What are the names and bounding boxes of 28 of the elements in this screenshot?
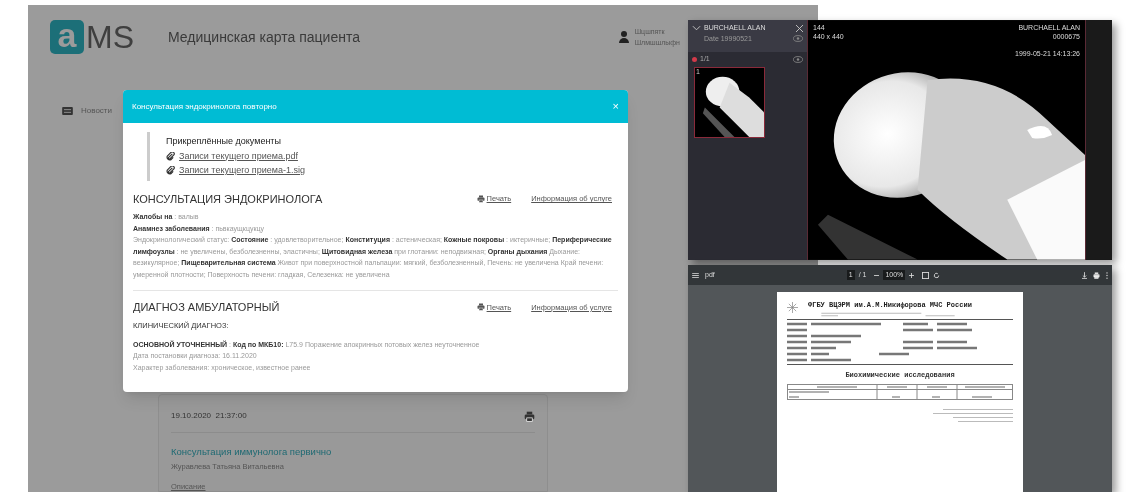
logo-mark: a	[50, 20, 84, 54]
user-icon[interactable]	[618, 31, 629, 43]
file-link[interactable]: Записи текущего приема-1.sig	[179, 164, 305, 178]
file-link[interactable]: Записи текущего приема.pdf	[179, 149, 298, 163]
page-title: Медицинская карта пациента	[168, 27, 360, 47]
rotate-icon[interactable]	[933, 271, 941, 279]
printer-icon	[476, 303, 485, 312]
printer-icon	[476, 194, 485, 203]
zoom-in-icon[interactable]	[909, 272, 915, 278]
news-icon	[62, 107, 73, 115]
attachments-heading: Прикреплённые документы	[166, 135, 282, 148]
fit-page-icon[interactable]	[922, 271, 930, 279]
record-datetime: 19.10.2020 21:37:00	[171, 410, 247, 422]
logo-text: MS	[86, 21, 134, 53]
chevron-down-icon[interactable]	[692, 25, 701, 32]
section-heading: ДИАГНОЗ АМБУЛАТОРНЫЙ	[133, 300, 280, 315]
printer-icon	[1093, 271, 1100, 279]
section-heading: КОНСУЛЬТАЦИЯ ЭНДОКРИНОЛОГА	[133, 191, 323, 207]
emblem-icon	[787, 302, 798, 313]
eye-icon[interactable]	[793, 55, 803, 63]
close-icon[interactable]	[796, 24, 803, 32]
menu-icon[interactable]	[692, 272, 699, 278]
print-button[interactable]	[524, 410, 535, 422]
printer-icon	[524, 410, 535, 422]
eye-icon[interactable]	[793, 35, 803, 43]
modal-title: Консультация эндокринолога повторно	[132, 100, 277, 113]
zoom-out-icon[interactable]	[874, 272, 880, 278]
download-icon[interactable]	[1082, 271, 1087, 279]
